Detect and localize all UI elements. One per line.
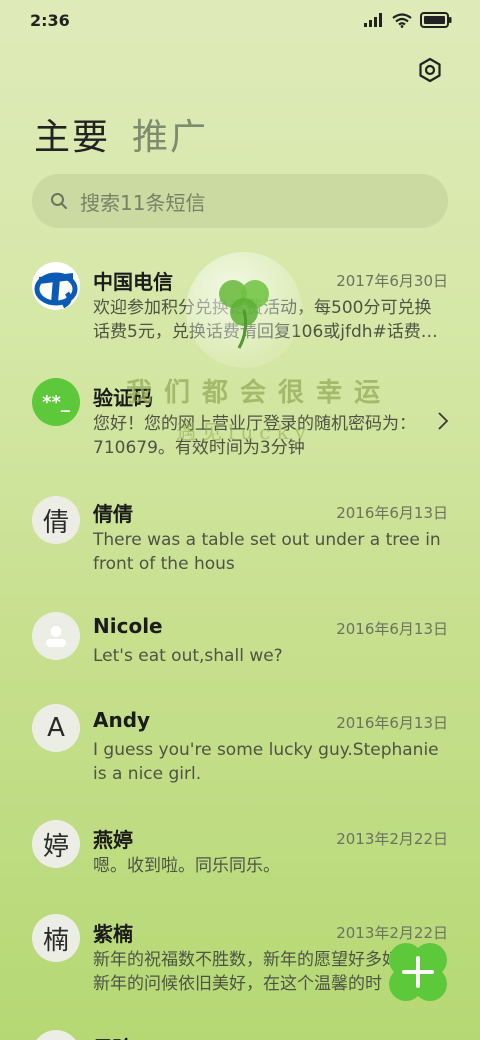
message-preview-line1: 嗯。收到啦。同乐同乐。: [93, 856, 280, 876]
search-placeholder: 搜索11条短信: [80, 190, 206, 215]
list-item[interactable]: Nicole 2016年6月13日 Let's eat out,shall we…: [0, 588, 480, 682]
message-date: 2016年6月13日: [336, 504, 448, 522]
list-item[interactable]: A Andy 2016年6月13日 I guess you're some lu…: [0, 682, 480, 798]
contact-name: 燕婷: [93, 828, 133, 852]
contact-name: 子玲: [93, 1032, 133, 1040]
new-message-button[interactable]: [384, 938, 452, 1006]
settings-icon: [419, 57, 441, 83]
message-date: 2016年6月13日: [336, 714, 448, 732]
avatar: [32, 1030, 80, 1040]
contact-name: 中国电信: [93, 270, 173, 294]
message-date: 2016年6月13日: [336, 620, 448, 638]
person-icon: [46, 626, 66, 647]
clover-bubble-decoration: [186, 252, 302, 368]
list-item[interactable]: 婷 燕婷 2013年2月22日 嗯。收到啦。同乐同乐。: [0, 798, 480, 892]
telecom-logo-icon: [34, 264, 78, 309]
clover-icon: [219, 280, 269, 349]
clover-plus-icon: [389, 943, 447, 1001]
message-date: 2017年6月30日: [336, 272, 448, 290]
avatar: [32, 612, 80, 660]
wifi-icon: [392, 12, 412, 28]
status-icons: [364, 12, 452, 28]
settings-button[interactable]: [414, 54, 446, 86]
theme-watermark-sub: 遇见lucky: [176, 420, 312, 444]
chevron-right-icon[interactable]: [436, 410, 450, 432]
search-icon: [51, 193, 67, 209]
message-preview-line2: front of the hous: [93, 554, 235, 574]
avatar: **_: [32, 378, 80, 426]
battery-icon: [420, 12, 452, 28]
contact-name: 倩倩: [93, 502, 133, 526]
avatar: 楠: [32, 914, 80, 962]
tab-bar: 主要 推广: [34, 108, 208, 160]
search-input[interactable]: 搜索11条短信: [32, 174, 448, 228]
list-item[interactable]: 子玲: [0, 1008, 480, 1040]
avatar: [32, 262, 80, 310]
message-preview-line1: I guess you're some lucky guy.Stephanie: [93, 740, 439, 760]
tab-primary[interactable]: 主要: [34, 108, 110, 160]
contact-name: Andy: [93, 708, 151, 732]
contact-name: Nicole: [93, 614, 163, 638]
message-preview-line1: There was a table set out under a tree i…: [93, 530, 441, 550]
list-item[interactable]: 倩 倩倩 2016年6月13日 There was a table set ou…: [0, 472, 480, 588]
avatar: 倩: [32, 496, 80, 544]
message-preview-line2: is a nice girl.: [93, 764, 202, 784]
avatar: 婷: [32, 820, 80, 868]
status-time: 2:36: [30, 10, 70, 30]
theme-watermark: 我们都会很幸运: [126, 378, 393, 408]
signal-icon: [364, 13, 382, 27]
status-bar: 2:36: [0, 0, 480, 40]
avatar: A: [32, 704, 80, 752]
message-date: 2013年2月22日: [336, 830, 448, 848]
tab-promotions[interactable]: 推广: [132, 108, 208, 160]
message-preview-line1: Let's eat out,shall we?: [93, 646, 283, 666]
contact-name: 紫楠: [93, 922, 133, 946]
